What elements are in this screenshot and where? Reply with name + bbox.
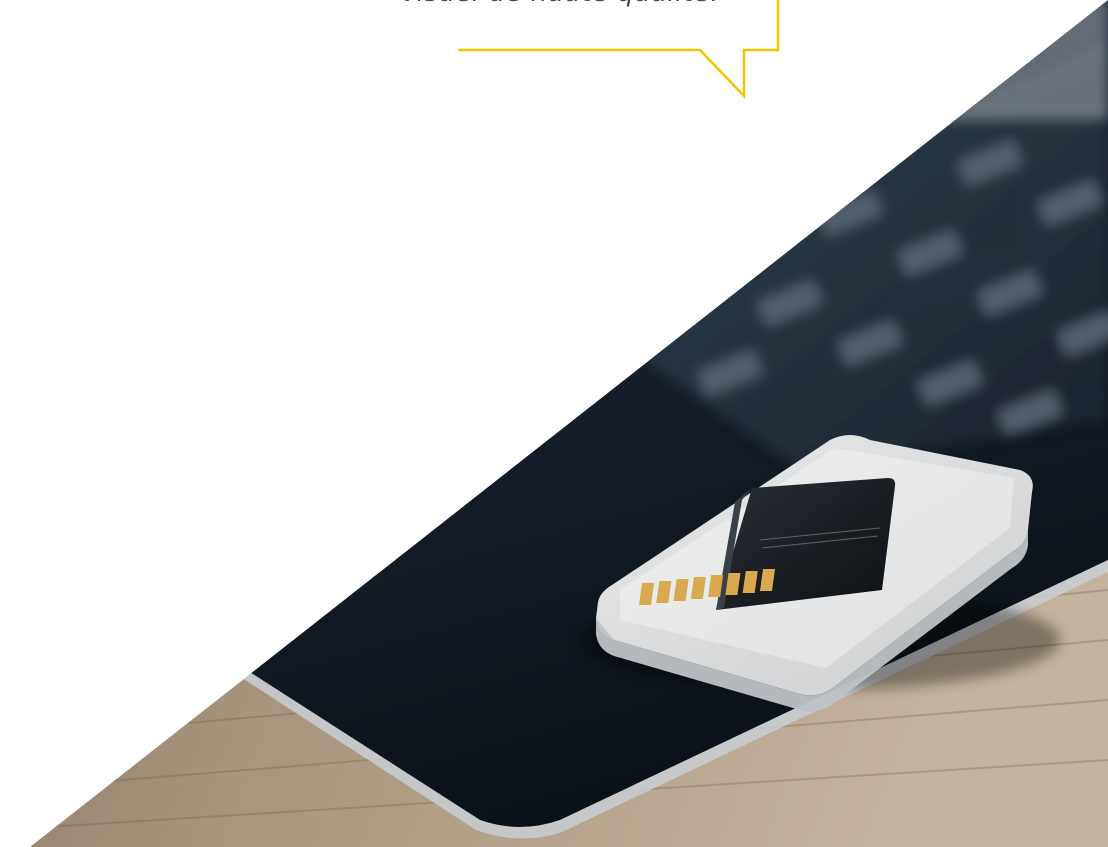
quote-text: visuel de haute qualité. [300, 0, 820, 8]
sd-card-photo [30, 0, 1108, 847]
hero-visual: visuel de haute qualité. [0, 0, 1108, 847]
